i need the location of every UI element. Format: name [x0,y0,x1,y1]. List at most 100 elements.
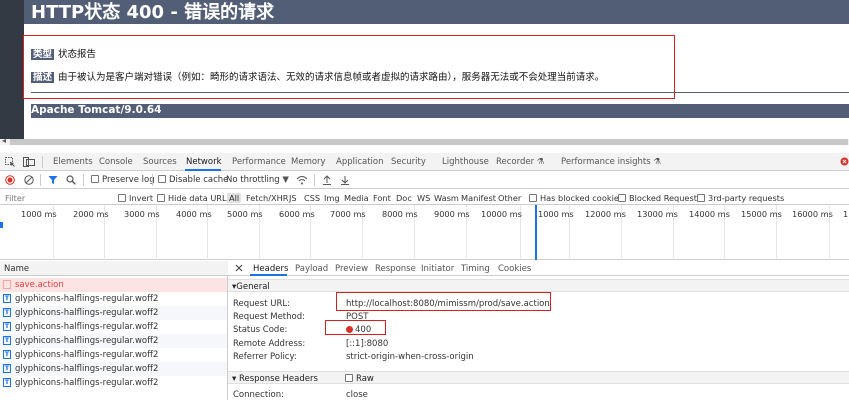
timeline-label: 8000 ms [382,209,418,219]
type-filter-ws[interactable]: WS [417,193,430,203]
scroll-left-arrow-icon[interactable]: ◂ [2,136,6,145]
tab-initiator[interactable]: Initiator [421,264,454,274]
invert-checkbox[interactable]: Invert [118,193,153,203]
tab-performance[interactable]: Performance [232,157,286,167]
type-filter-font[interactable]: Font [373,193,391,203]
has-blocked-cookies-checkbox[interactable]: Has blocked cookies [529,193,623,203]
request-row[interactable]: T glyphicons-halflings-regular.woff2 [0,362,227,376]
checkbox-box[interactable] [118,194,126,202]
import-har-icon[interactable] [322,175,332,185]
caret-down-icon: ▾ [232,374,237,384]
type-filter-css[interactable]: CSS [304,193,320,203]
request-list-header[interactable]: Name [0,261,228,276]
tab-performance-insights[interactable]: Performance insights ⚗ [561,157,661,167]
raw-checkbox[interactable]: Raw [345,374,374,384]
throttling-select[interactable]: No throttling ▼ [226,175,289,185]
type-filter-js[interactable]: JS [289,193,297,203]
request-name: save.action [15,280,64,290]
record-icon[interactable] [5,175,15,185]
checkbox-box[interactable] [618,194,626,202]
tomcat-error-page: HTTP状态 400 - 错误的请求 类型 状态报告 描述 由于被认为是客户端对错误… [0,0,849,145]
name-column-header[interactable]: Name [4,264,29,274]
third-party-checkbox[interactable]: 3rd-party requests [697,193,784,203]
request-list: save.action T glyphicons-halflings-regul… [0,276,228,400]
request-row[interactable]: T glyphicons-halflings-regular.woff2 [0,306,227,320]
type-filter-wasm[interactable]: Wasm [434,193,459,203]
tab-response[interactable]: Response [375,264,416,274]
close-icon[interactable] [235,264,243,272]
referrer-policy-value: strict-origin-when-cross-origin [346,352,474,362]
tab-lighthouse[interactable]: Lighthouse [442,157,489,167]
timeline-request-bar [0,222,3,228]
type-filter-all[interactable]: All [227,193,242,203]
request-row[interactable]: T glyphicons-halflings-regular.woff2 [0,320,227,334]
remote-address-value: [::1]:8080 [346,339,389,349]
clear-icon[interactable] [24,175,34,185]
request-row-save-action[interactable]: save.action [0,278,227,292]
tab-preview[interactable]: Preview [335,264,368,274]
has-blocked-cookies-label: Has blocked cookies [540,193,624,203]
type-filter-fetch-xhr[interactable]: Fetch/XHR [246,193,288,203]
preserve-log-label: Preserve log [102,175,155,185]
document-icon [3,280,11,289]
general-section-header[interactable]: ▾General [228,279,849,292]
tab-console[interactable]: Console [99,157,133,167]
raw-label: Raw [356,374,374,384]
tab-application[interactable]: Application [336,157,384,167]
checkbox-box[interactable] [345,374,353,382]
tab-payload[interactable]: Payload [295,264,328,274]
request-row[interactable]: T glyphicons-halflings-regular.woff2 [0,376,227,390]
timeline-label: 16000 ms [792,209,833,219]
checkbox-box[interactable] [91,175,99,183]
response-headers-section-header[interactable]: ▾ Response Headers Raw [228,371,849,384]
inspect-element-icon[interactable] [5,157,15,167]
export-har-icon[interactable] [340,175,350,185]
checkbox-box[interactable] [158,175,166,183]
timeline-label: 4000 ms [176,209,212,219]
type-filter-other[interactable]: Other [498,193,521,203]
type-filter-media[interactable]: Media [344,193,369,203]
network-conditions-icon[interactable] [296,175,308,185]
blocked-requests-checkbox[interactable]: Blocked Requests [618,193,701,203]
connection-value: close [346,390,368,400]
request-row[interactable]: T glyphicons-halflings-regular.woff2 [0,334,227,348]
hide-data-urls-checkbox[interactable]: Hide data URLs [157,193,231,203]
timeline-label: 1000 ms [538,209,574,219]
tab-headers[interactable]: Headers [253,264,288,274]
connection-key: Connection: [233,390,284,400]
horizontal-scrollbar[interactable]: ◂ [0,136,849,145]
tab-security[interactable]: Security [391,157,426,167]
checkbox-box[interactable] [157,194,165,202]
tab-separator [42,156,43,168]
invert-label: Invert [129,193,154,203]
third-party-label: 3rd-party requests [708,193,785,203]
tab-timing[interactable]: Timing [461,264,490,274]
referrer-policy-key: Referrer Policy: [233,352,297,362]
scrollbar-thumb[interactable] [10,139,848,145]
device-toolbar-icon[interactable] [23,157,35,167]
preserve-log-checkbox[interactable]: Preserve log [91,175,155,185]
blocked-requests-label: Blocked Requests [629,193,702,203]
error-count-icon[interactable] [840,157,849,166]
tab-cookies[interactable]: Cookies [498,264,531,274]
request-row[interactable]: T glyphicons-halflings-regular.woff2 [0,292,227,306]
request-row[interactable]: T glyphicons-halflings-regular.woff2 [0,348,227,362]
filter-input[interactable]: Filter [5,193,25,203]
response-headers-title-text: Response Headers [238,374,318,384]
flask-icon: ⚗ [536,157,545,167]
filter-icon[interactable] [48,175,58,185]
tab-memory[interactable]: Memory [291,157,326,167]
disable-cache-checkbox[interactable]: Disable cache [158,175,228,185]
flask-icon: ⚗ [653,157,661,167]
search-icon[interactable] [66,175,76,185]
checkbox-box[interactable] [529,194,537,202]
tab-sources[interactable]: Sources [143,157,177,167]
type-filter-img[interactable]: Img [324,193,340,203]
tab-network[interactable]: Network [186,157,222,167]
checkbox-box[interactable] [697,194,705,202]
type-filter-doc[interactable]: Doc [396,193,412,203]
tab-recorder[interactable]: Recorder ⚗ [496,157,544,167]
tab-elements[interactable]: Elements [53,157,93,167]
timeline-label: 9000 ms [434,209,470,219]
type-filter-manifest[interactable]: Manifest [461,193,496,203]
